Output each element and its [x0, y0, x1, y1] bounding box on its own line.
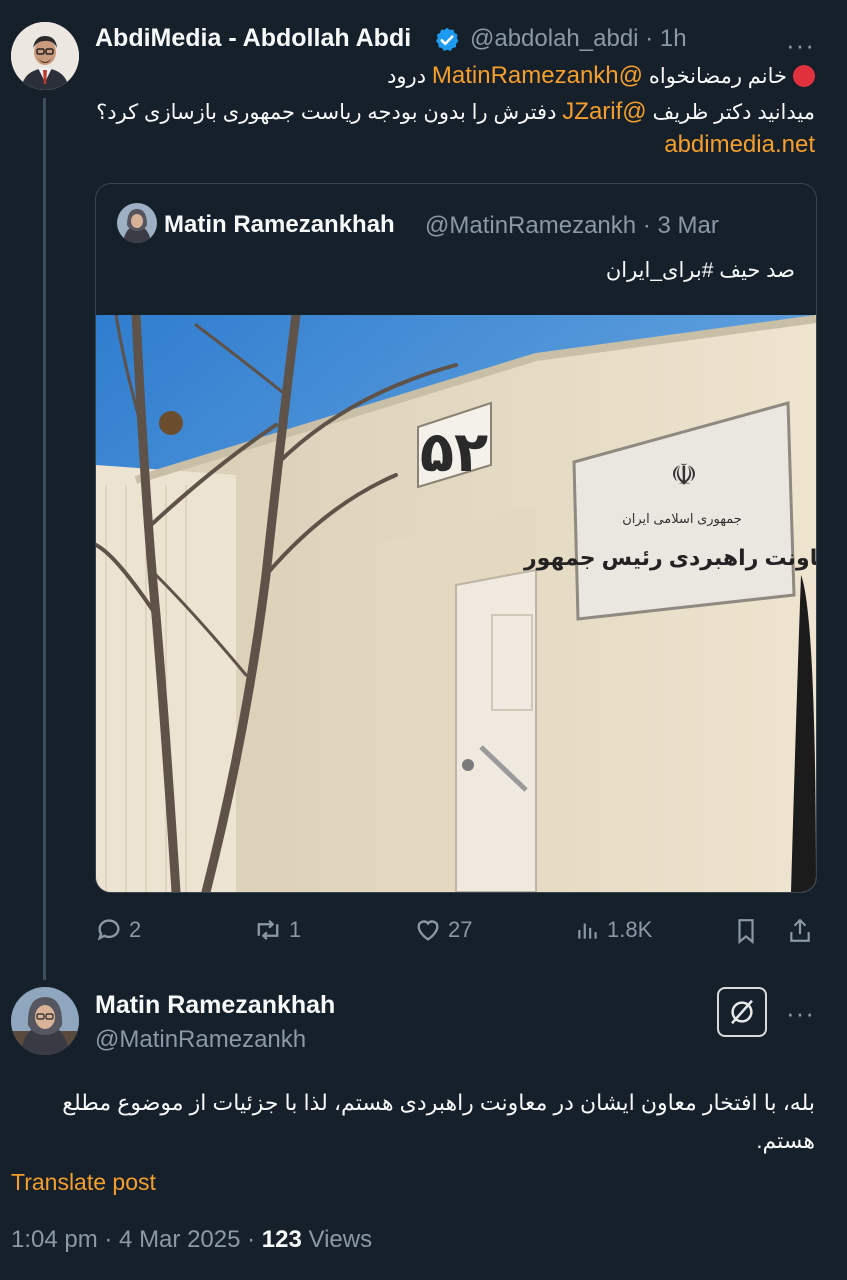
reply-author-name[interactable]: Matin Ramezankhah [95, 991, 335, 1020]
quoted-handle-time[interactable]: @MatinRamezankh · 3 Mar [425, 212, 719, 240]
repost-count: 1 [289, 917, 302, 942]
reply-more-options-icon[interactable]: ··· [786, 998, 815, 1029]
translate-post-link[interactable]: Translate post [11, 1169, 156, 1196]
reply-icon [97, 919, 120, 941]
tweet-line1-text: خانم رمضانخواه [648, 65, 787, 88]
quoted-post-image[interactable]: ۵۲ ☫ جمهوری اسلامی ایران معاونت راهبردی … [96, 315, 816, 892]
grok-button[interactable] [717, 987, 767, 1037]
sign-line-2: معاونت راهبردی رئیس جمهور [523, 545, 816, 571]
reply-button[interactable]: 2 [95, 916, 141, 944]
reply-views-count: 123 [261, 1226, 302, 1253]
reply-meta: 1:04 pm · 4 Mar 2025 · 123 Views [11, 1226, 372, 1254]
reply-author-avatar[interactable] [11, 987, 79, 1055]
external-link[interactable]: abdimedia.net [664, 131, 815, 159]
mention-jzarif[interactable]: @JZarif [562, 98, 646, 125]
thread-line [43, 98, 46, 980]
red-circle-emoji-icon [793, 65, 815, 87]
quoted-author-handle[interactable]: @MatinRamezankh [425, 212, 636, 239]
author-name[interactable]: AbdiMedia - Abdollah Abdi [95, 24, 411, 53]
share-button[interactable] [787, 916, 813, 946]
bookmark-button[interactable] [733, 916, 759, 946]
like-count: 27 [448, 917, 473, 942]
repost-icon [257, 919, 279, 941]
reply-timestamp[interactable]: 1:04 pm · 4 Mar 2025 · [11, 1226, 255, 1253]
reply-text: بله، با افتخار معاون ایشان در معاونت راه… [62, 1090, 815, 1153]
grok-icon [731, 999, 753, 1025]
verified-badge-icon [436, 27, 459, 51]
views-chart-icon [578, 923, 597, 939]
quoted-author-avatar[interactable] [117, 203, 157, 243]
tweet-line2-suffix: دفترش را بدون بودجه ریاست جمهوری بازسازی… [96, 101, 557, 124]
house-number-plaque: ۵۲ [420, 420, 488, 483]
iran-emblem-icon: ☫ [671, 459, 698, 492]
author-avatar[interactable] [11, 22, 79, 90]
views-button[interactable]: 1.8K [575, 916, 652, 944]
tweet-line-2: میدانید دکتر ظریف @JZarif دفترش را بدون … [96, 98, 815, 126]
views-count: 1.8K [607, 917, 653, 942]
bookmark-icon [738, 919, 754, 945]
quoted-post-card[interactable]: ۵۲ ☫ جمهوری اسلامی ایران معاونت راهبردی … [95, 183, 817, 893]
repost-button[interactable]: 1 [253, 916, 301, 944]
heart-icon [417, 920, 439, 941]
tweet-line-1: خانم رمضانخواه @MatinRamezankh درود [387, 62, 815, 90]
tweet-line2-prefix: میدانید دکتر ظریف [652, 101, 815, 124]
reply-count: 2 [129, 917, 142, 942]
sign-line-1: جمهوری اسلامی ایران [622, 511, 742, 527]
reply-author-handle[interactable]: @MatinRamezankh [95, 1026, 306, 1054]
like-button[interactable]: 27 [414, 916, 472, 944]
quoted-author-name[interactable]: Matin Ramezankhah [164, 211, 395, 239]
author-handle-time[interactable]: @abdolah_abdi · 1h [470, 25, 687, 53]
reply-views-label: Views [308, 1226, 373, 1253]
author-handle[interactable]: @abdolah_abdi [470, 25, 639, 52]
quoted-post-time[interactable]: · 3 Mar [643, 212, 719, 239]
quoted-post-text: صد حیف #برای_ایران [605, 259, 795, 282]
share-icon [790, 918, 810, 942]
more-options-icon[interactable]: ··· [786, 30, 815, 61]
tweet-line1-greeting: درود [387, 65, 427, 88]
post-time[interactable]: · 1h [645, 25, 686, 52]
mention-matin[interactable]: @MatinRamezankh [432, 62, 643, 89]
